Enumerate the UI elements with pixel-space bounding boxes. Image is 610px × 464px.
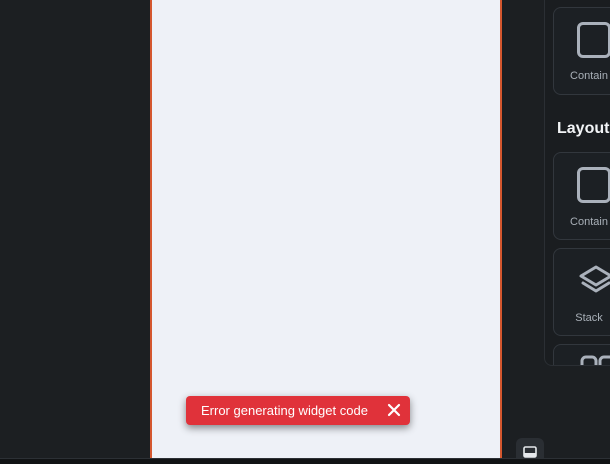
device-canvas[interactable] bbox=[150, 0, 502, 458]
toast-message: Error generating widget code bbox=[201, 403, 368, 418]
widget-card-next[interactable] bbox=[553, 344, 610, 365]
section-title-layout: Layout bbox=[557, 120, 610, 137]
widget-card-label: Contain bbox=[570, 70, 608, 82]
widget-card-stack[interactable]: Stack bbox=[553, 248, 610, 336]
row-icon bbox=[580, 355, 610, 365]
close-icon[interactable] bbox=[384, 400, 404, 420]
app-root: Contain Layout Contain Stack Error gener… bbox=[0, 0, 610, 464]
widget-card-container[interactable]: Contain bbox=[553, 152, 610, 240]
error-toast: Error generating widget code bbox=[186, 396, 410, 425]
widget-library-panel: Contain Layout Contain Stack bbox=[544, 0, 610, 366]
widget-card-label: Contain bbox=[570, 216, 608, 228]
bottom-bar bbox=[0, 458, 610, 464]
stack-layers-icon bbox=[579, 265, 610, 293]
container-icon bbox=[577, 22, 610, 58]
widget-card-container-top[interactable]: Contain bbox=[553, 7, 610, 95]
bottom-panel-icon bbox=[523, 446, 537, 458]
container-icon bbox=[577, 167, 610, 203]
widget-card-label: Stack bbox=[575, 312, 603, 324]
